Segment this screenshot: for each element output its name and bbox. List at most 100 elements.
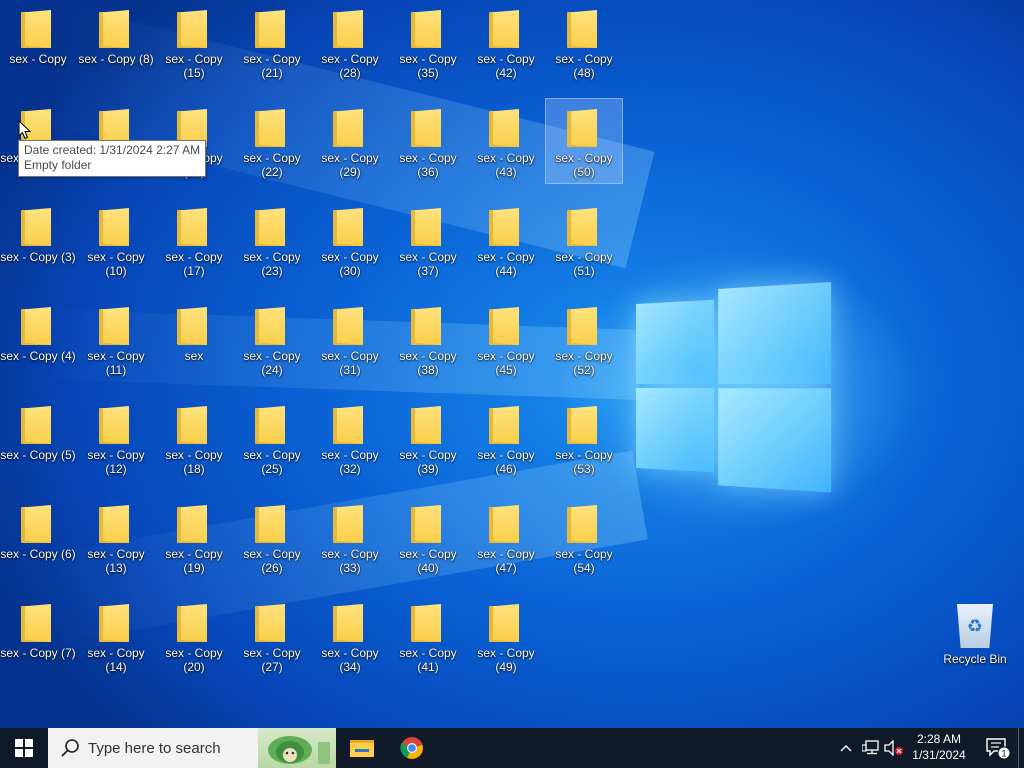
- folder-label: sex - Copy (46): [477, 448, 535, 476]
- folder-label: sex - Copy (35): [399, 52, 457, 80]
- desktop-folder[interactable]: sex - Copy (43): [468, 99, 544, 183]
- desktop-folder[interactable]: sex - Copy (41): [390, 594, 466, 678]
- desktop-folder[interactable]: sex - Copy (50): [545, 98, 623, 184]
- desktop-folder[interactable]: sex - Copy (52): [546, 297, 622, 381]
- folder-label: sex - Copy (15): [165, 52, 223, 80]
- desktop-folder[interactable]: sex - Copy (51): [546, 198, 622, 282]
- desktop-folder[interactable]: sex - Copy (5): [0, 396, 76, 480]
- desktop-folder[interactable]: sex - Copy (17): [156, 198, 232, 282]
- desktop-folder[interactable]: sex - Copy (11): [78, 297, 154, 381]
- taskbar-clock[interactable]: 2:28 AM 1/31/2024: [906, 731, 972, 763]
- search-highlight-art[interactable]: [258, 728, 336, 768]
- desktop-folder[interactable]: sex - Copy (45): [468, 297, 544, 381]
- desktop-folder[interactable]: sex - Copy (46): [468, 396, 544, 480]
- desktop-folder[interactable]: sex - Copy (47): [468, 495, 544, 579]
- desktop-folder[interactable]: sex - Copy (19): [156, 495, 232, 579]
- start-button[interactable]: [0, 728, 48, 768]
- desktop-folder[interactable]: sex - Copy (7): [0, 594, 76, 678]
- desktop-folder[interactable]: sex - Copy (40): [390, 495, 466, 579]
- folder-label: sex - Copy (49): [477, 646, 535, 674]
- desktop[interactable]: sex - Copy sex - Copy (8) sex - Copy (15) s…: [0, 0, 1024, 728]
- desktop-folder[interactable]: sex: [156, 297, 232, 381]
- desktop-folder[interactable]: sex - Copy (28): [312, 0, 388, 84]
- desktop-folder[interactable]: sex - Copy (24): [234, 297, 310, 381]
- desktop-folder[interactable]: sex - Copy (26): [234, 495, 310, 579]
- desktop-folder[interactable]: sex - Copy (12): [78, 396, 154, 480]
- taskbar-file-explorer[interactable]: [338, 728, 386, 768]
- desktop-folder[interactable]: sex - Copy (34): [312, 594, 388, 678]
- desktop-folder[interactable]: sex - Copy: [0, 0, 76, 84]
- action-center-button[interactable]: 1: [980, 728, 1016, 768]
- volume-muted-icon: [884, 740, 903, 756]
- desktop-folder[interactable]: sex - Copy (39): [390, 396, 466, 480]
- tooltip-date-created: Date created: 1/31/2024 2:27 AM: [24, 143, 201, 157]
- folder-label: sex - Copy (32): [321, 448, 379, 476]
- folder-icon: [489, 604, 523, 642]
- desktop-folder[interactable]: sex - Copy (27): [234, 594, 310, 678]
- folder-label: sex - Copy (30): [321, 250, 379, 278]
- desktop-folder[interactable]: sex - Copy (49): [468, 594, 544, 678]
- taskbar-search-box[interactable]: Type here to search: [48, 728, 336, 768]
- mouse-cursor-icon: [18, 120, 32, 140]
- folder-icon: [411, 10, 445, 48]
- desktop-folder[interactable]: sex - Copy (13): [78, 495, 154, 579]
- desktop-folder[interactable]: sex - Copy (4): [0, 297, 76, 381]
- folder-label: sex - Copy (7): [0, 646, 76, 660]
- show-hidden-icons-chevron[interactable]: [836, 738, 856, 758]
- folder-icon: [489, 307, 523, 345]
- network-tray[interactable]: [861, 738, 881, 758]
- folder-label: sex - Copy (25): [243, 448, 301, 476]
- folder-icon: [567, 208, 601, 246]
- recycle-bin[interactable]: ♻ Recycle Bin: [940, 596, 1010, 672]
- desktop-folder[interactable]: sex - Copy (14): [78, 594, 154, 678]
- notification-icon: 1: [986, 738, 1011, 760]
- chevron-up-icon: [840, 745, 852, 752]
- desktop-folder[interactable]: sex - Copy (18): [156, 396, 232, 480]
- desktop-folder[interactable]: sex - Copy (21): [234, 0, 310, 84]
- folder-label: sex - Copy (36): [399, 151, 457, 179]
- folder-icon: [177, 208, 211, 246]
- desktop-folder[interactable]: sex - Copy (48): [546, 0, 622, 84]
- desktop-folder[interactable]: sex - Copy (3): [0, 198, 76, 282]
- show-desktop-button[interactable]: [1018, 728, 1024, 768]
- desktop-folder[interactable]: sex - Copy (42): [468, 0, 544, 84]
- desktop-folder[interactable]: sex - Copy (8): [78, 0, 154, 84]
- folder-label: sex - Copy: [9, 52, 67, 66]
- volume-tray[interactable]: [884, 738, 904, 758]
- desktop-folder[interactable]: sex - Copy (33): [312, 495, 388, 579]
- folder-icon: [333, 505, 367, 543]
- desktop-folder[interactable]: sex - Copy (29): [312, 99, 388, 183]
- desktop-folder[interactable]: sex - Copy (38): [390, 297, 466, 381]
- desktop-folder[interactable]: sex - Copy (54): [546, 495, 622, 579]
- file-explorer-icon: [350, 740, 374, 757]
- desktop-folder[interactable]: sex - Copy (22): [234, 99, 310, 183]
- desktop-folder[interactable]: sex - Copy (53): [546, 396, 622, 480]
- desktop-folder[interactable]: sex - Copy (23): [234, 198, 310, 282]
- folder-label: sex - Copy (14): [87, 646, 145, 674]
- desktop-folder[interactable]: sex - Copy (44): [468, 198, 544, 282]
- search-placeholder: Type here to search: [88, 739, 221, 757]
- folder-icon: [177, 10, 211, 48]
- folder-label: sex - Copy (22): [243, 151, 301, 179]
- folder-icon: [567, 505, 601, 543]
- desktop-folder[interactable]: sex - Copy (20): [156, 594, 232, 678]
- folder-icon: [255, 505, 289, 543]
- folder-tooltip: Date created: 1/31/2024 2:27 AM Empty fo…: [18, 140, 207, 177]
- desktop-folder[interactable]: sex - Copy (25): [234, 396, 310, 480]
- search-icon: [61, 739, 79, 757]
- desktop-folder[interactable]: sex - Copy (32): [312, 396, 388, 480]
- folder-label: sex - Copy (12): [87, 448, 145, 476]
- desktop-folder[interactable]: sex - Copy (10): [78, 198, 154, 282]
- taskbar-chrome[interactable]: [388, 728, 436, 768]
- desktop-folder[interactable]: sex - Copy (6): [0, 495, 76, 579]
- desktop-folder[interactable]: sex - Copy (15): [156, 0, 232, 84]
- desktop-folder[interactable]: sex - Copy (37): [390, 198, 466, 282]
- desktop-folder[interactable]: sex - Copy (31): [312, 297, 388, 381]
- recycle-bin-label: Recycle Bin: [943, 652, 1007, 666]
- folder-icon: [411, 208, 445, 246]
- folder-label: sex - Copy (45): [477, 349, 535, 377]
- desktop-folder[interactable]: sex - Copy (30): [312, 198, 388, 282]
- desktop-folder[interactable]: sex - Copy (36): [390, 99, 466, 183]
- folder-label: sex - Copy (50): [555, 151, 613, 179]
- desktop-folder[interactable]: sex - Copy (35): [390, 0, 466, 84]
